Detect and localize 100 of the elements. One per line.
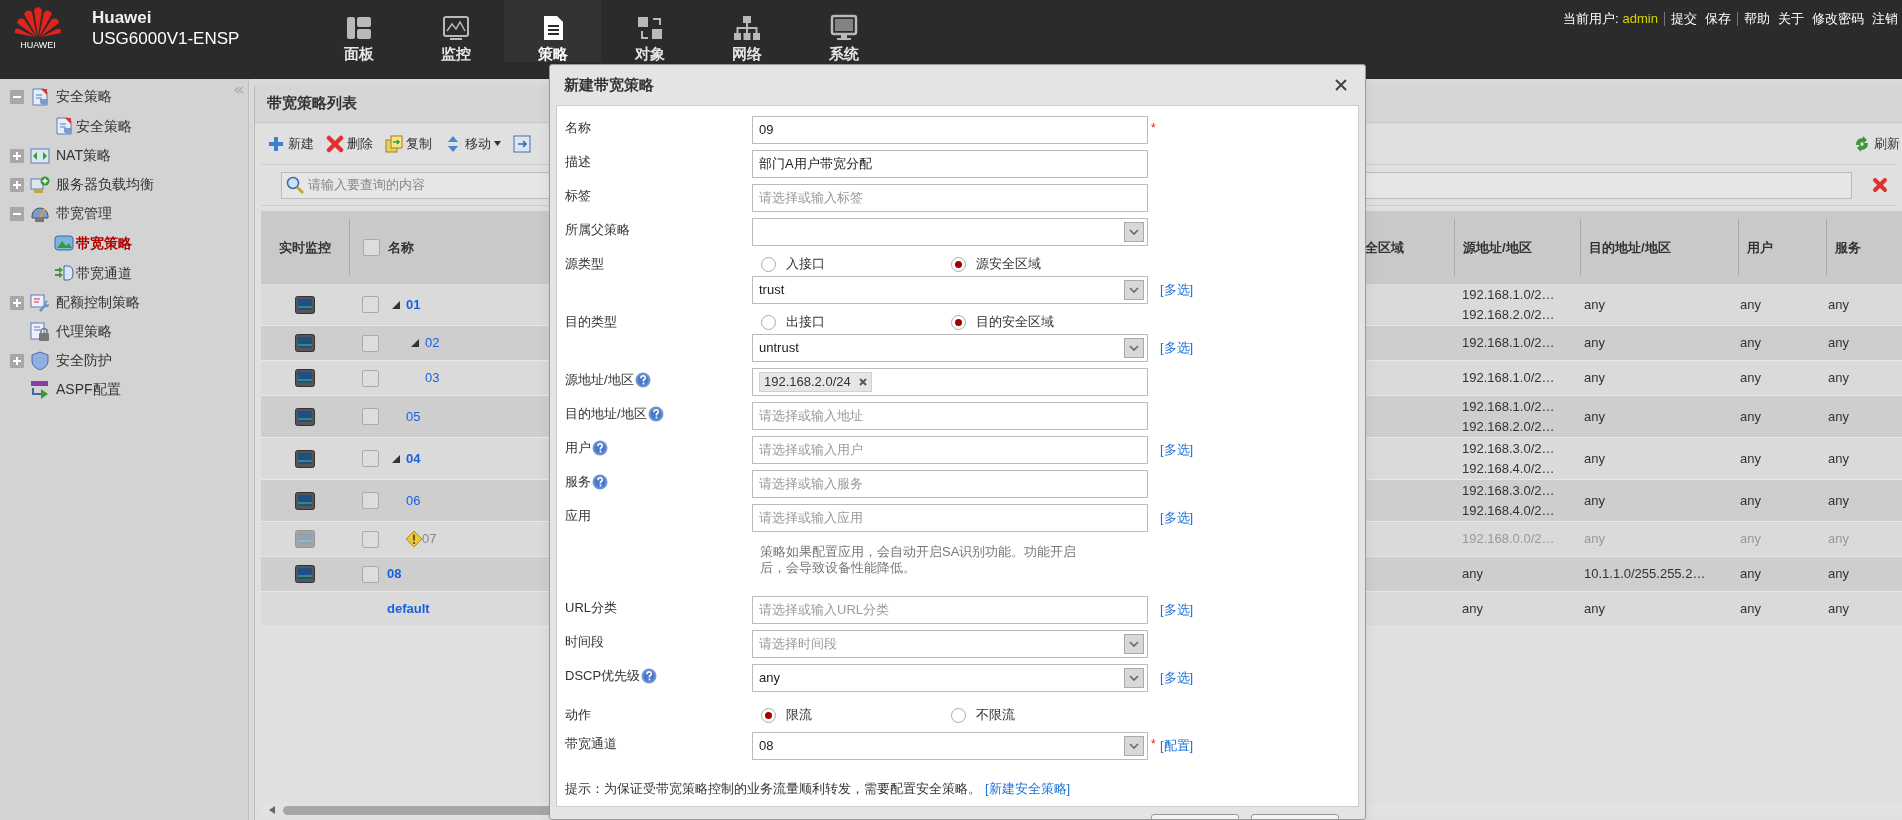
refresh-button[interactable]: 刷新	[1853, 131, 1900, 156]
nav-tab[interactable]: 监控	[407, 0, 504, 62]
policy-name-link[interactable]: 06	[406, 490, 421, 511]
double-chevron-icon[interactable]	[234, 86, 244, 94]
sidebar-item[interactable]: NAT策略	[56, 145, 111, 166]
field-label: 用户	[565, 439, 591, 457]
input-field[interactable]: 09	[752, 116, 1148, 144]
select-all-checkbox[interactable]	[363, 239, 380, 256]
brand-name: Huawei	[92, 8, 153, 28]
expand-toggle[interactable]	[10, 295, 24, 310]
expanded-triangle-icon[interactable]	[392, 454, 400, 463]
policy-name-link[interactable]: 02	[425, 333, 440, 353]
help-question-icon[interactable]	[647, 405, 664, 422]
monitor-screen-icon[interactable]	[295, 407, 315, 426]
dropdown-arrow-button[interactable]	[1124, 338, 1144, 358]
row-checkbox[interactable]	[362, 565, 379, 583]
nav-tab[interactable]: 系统	[795, 0, 892, 62]
help-question-icon[interactable]	[634, 371, 651, 388]
sidebar-item[interactable]: 服务器负载均衡	[56, 174, 154, 195]
nav-tab[interactable]: 策略	[504, 0, 601, 62]
monitor-screen-icon[interactable]	[295, 449, 315, 468]
expand-toggle[interactable]	[10, 148, 24, 163]
header-link[interactable]: 保存	[1705, 9, 1731, 29]
multi-select-link[interactable]: [多选]	[1160, 504, 1194, 528]
hint-link[interactable]: [新建安全策略]	[985, 779, 1071, 799]
sidebar-item[interactable]: 带宽管理	[56, 203, 112, 224]
row-checkbox[interactable]	[362, 492, 379, 509]
select-field[interactable]: untrust	[752, 334, 1148, 362]
header-link[interactable]: 修改密码	[1812, 9, 1864, 29]
sidebar-item[interactable]: ASPF配置	[56, 379, 121, 400]
header-link[interactable]: 关于	[1778, 9, 1804, 29]
expanded-triangle-icon[interactable]	[411, 339, 419, 347]
scroll-left-arrow-icon[interactable]	[269, 806, 275, 814]
help-question-icon[interactable]	[592, 473, 608, 490]
row-checkbox[interactable]	[362, 408, 379, 425]
multi-select-link[interactable]: [多选]	[1160, 596, 1194, 620]
toolbar-button[interactable]: 删除	[326, 131, 373, 156]
multi-select-link[interactable]: [多选]	[1160, 276, 1194, 300]
row-checkbox[interactable]	[362, 450, 379, 467]
help-question-icon[interactable]	[641, 667, 658, 684]
input-field[interactable]: 部门A用户带宽分配	[752, 150, 1148, 178]
row-checkbox[interactable]	[362, 296, 379, 313]
table-cell-text: any	[1583, 295, 1606, 314]
expand-toggle[interactable]	[10, 353, 24, 368]
column-header: 服务	[1835, 238, 1861, 257]
remove-x-icon[interactable]	[858, 378, 867, 386]
nav-tab[interactable]: 面板	[310, 0, 407, 62]
policy-name-link[interactable]: default	[387, 599, 430, 619]
sidebar-item[interactable]: 带宽通道	[76, 262, 132, 284]
select-field[interactable]: any	[752, 664, 1148, 692]
select-field[interactable]: 08	[752, 732, 1148, 760]
nav-tab[interactable]: 对象	[601, 0, 698, 62]
policy-name-link[interactable]: 05	[406, 406, 421, 427]
header-link[interactable]: 提交	[1671, 9, 1697, 29]
multi-select-link[interactable]: [多选]	[1160, 664, 1194, 688]
sidebar-item[interactable]: 带宽策略	[76, 232, 132, 254]
row-checkbox[interactable]	[362, 334, 379, 352]
select-field[interactable]	[752, 218, 1148, 246]
dropdown-arrow-button[interactable]	[1124, 634, 1144, 654]
monitor-screen-icon[interactable]	[295, 491, 315, 510]
policy-name-link[interactable]: 04	[406, 448, 421, 469]
policy-name-link[interactable]: 03	[425, 368, 440, 388]
nav-tab[interactable]: 网络	[698, 0, 795, 62]
multi-select-link[interactable]: [多选]	[1160, 436, 1194, 460]
select-field[interactable]: trust	[752, 276, 1148, 304]
radio-option[interactable]: 目的安全区域	[951, 312, 1054, 332]
toolbar-button[interactable]: 复制	[385, 131, 432, 156]
radio-option[interactable]: 源安全区域	[951, 254, 1041, 274]
collapse-toggle[interactable]	[10, 89, 24, 104]
header-link[interactable]: 注销	[1872, 9, 1898, 29]
help-question-icon[interactable]	[592, 439, 608, 456]
row-checkbox[interactable]	[362, 369, 379, 387]
multi-select-link[interactable]: [多选]	[1160, 334, 1194, 358]
policy-name-link[interactable]: 01	[406, 294, 421, 315]
dropdown-arrow-button[interactable]	[1124, 668, 1144, 688]
input-field[interactable]: 192.168.2.0/24	[752, 368, 1148, 396]
dropdown-arrow-button[interactable]	[1124, 736, 1144, 756]
toolbar-button[interactable]: 移动	[444, 131, 501, 156]
multi-select-link[interactable]: [配置]	[1160, 732, 1194, 756]
sidebar-item[interactable]: 安全防护	[56, 350, 112, 371]
radio-option[interactable]: 入接口	[761, 254, 825, 274]
policy-name-link[interactable]: 08	[387, 564, 402, 584]
dropdown-arrow-button[interactable]	[1124, 222, 1144, 242]
sidebar-item[interactable]: 代理策略	[56, 321, 112, 342]
dropdown-arrow-button[interactable]	[1124, 280, 1144, 300]
sidebar-item[interactable]: 安全策略	[76, 115, 132, 137]
expand-toggle[interactable]	[10, 177, 24, 192]
table-cell-text: 192.168.3.0/2… 192.168.4.0/2…	[1461, 439, 1556, 478]
header-link[interactable]: 帮助	[1744, 9, 1770, 29]
close-icon[interactable]	[1335, 79, 1347, 91]
radio-option[interactable]: 限流	[761, 705, 812, 725]
toolbar-button[interactable]: 新建	[267, 131, 314, 156]
sidebar-item[interactable]: 配额控制策略	[56, 292, 140, 313]
collapse-toggle[interactable]	[10, 206, 24, 221]
radio-option[interactable]: 不限流	[951, 705, 1015, 725]
radio-option[interactable]: 出接口	[761, 312, 825, 332]
expanded-triangle-icon[interactable]	[392, 300, 400, 309]
clear-x-icon[interactable]	[1872, 177, 1888, 193]
sidebar-item[interactable]: 安全策略	[56, 86, 112, 107]
monitor-screen-icon[interactable]	[295, 295, 315, 314]
